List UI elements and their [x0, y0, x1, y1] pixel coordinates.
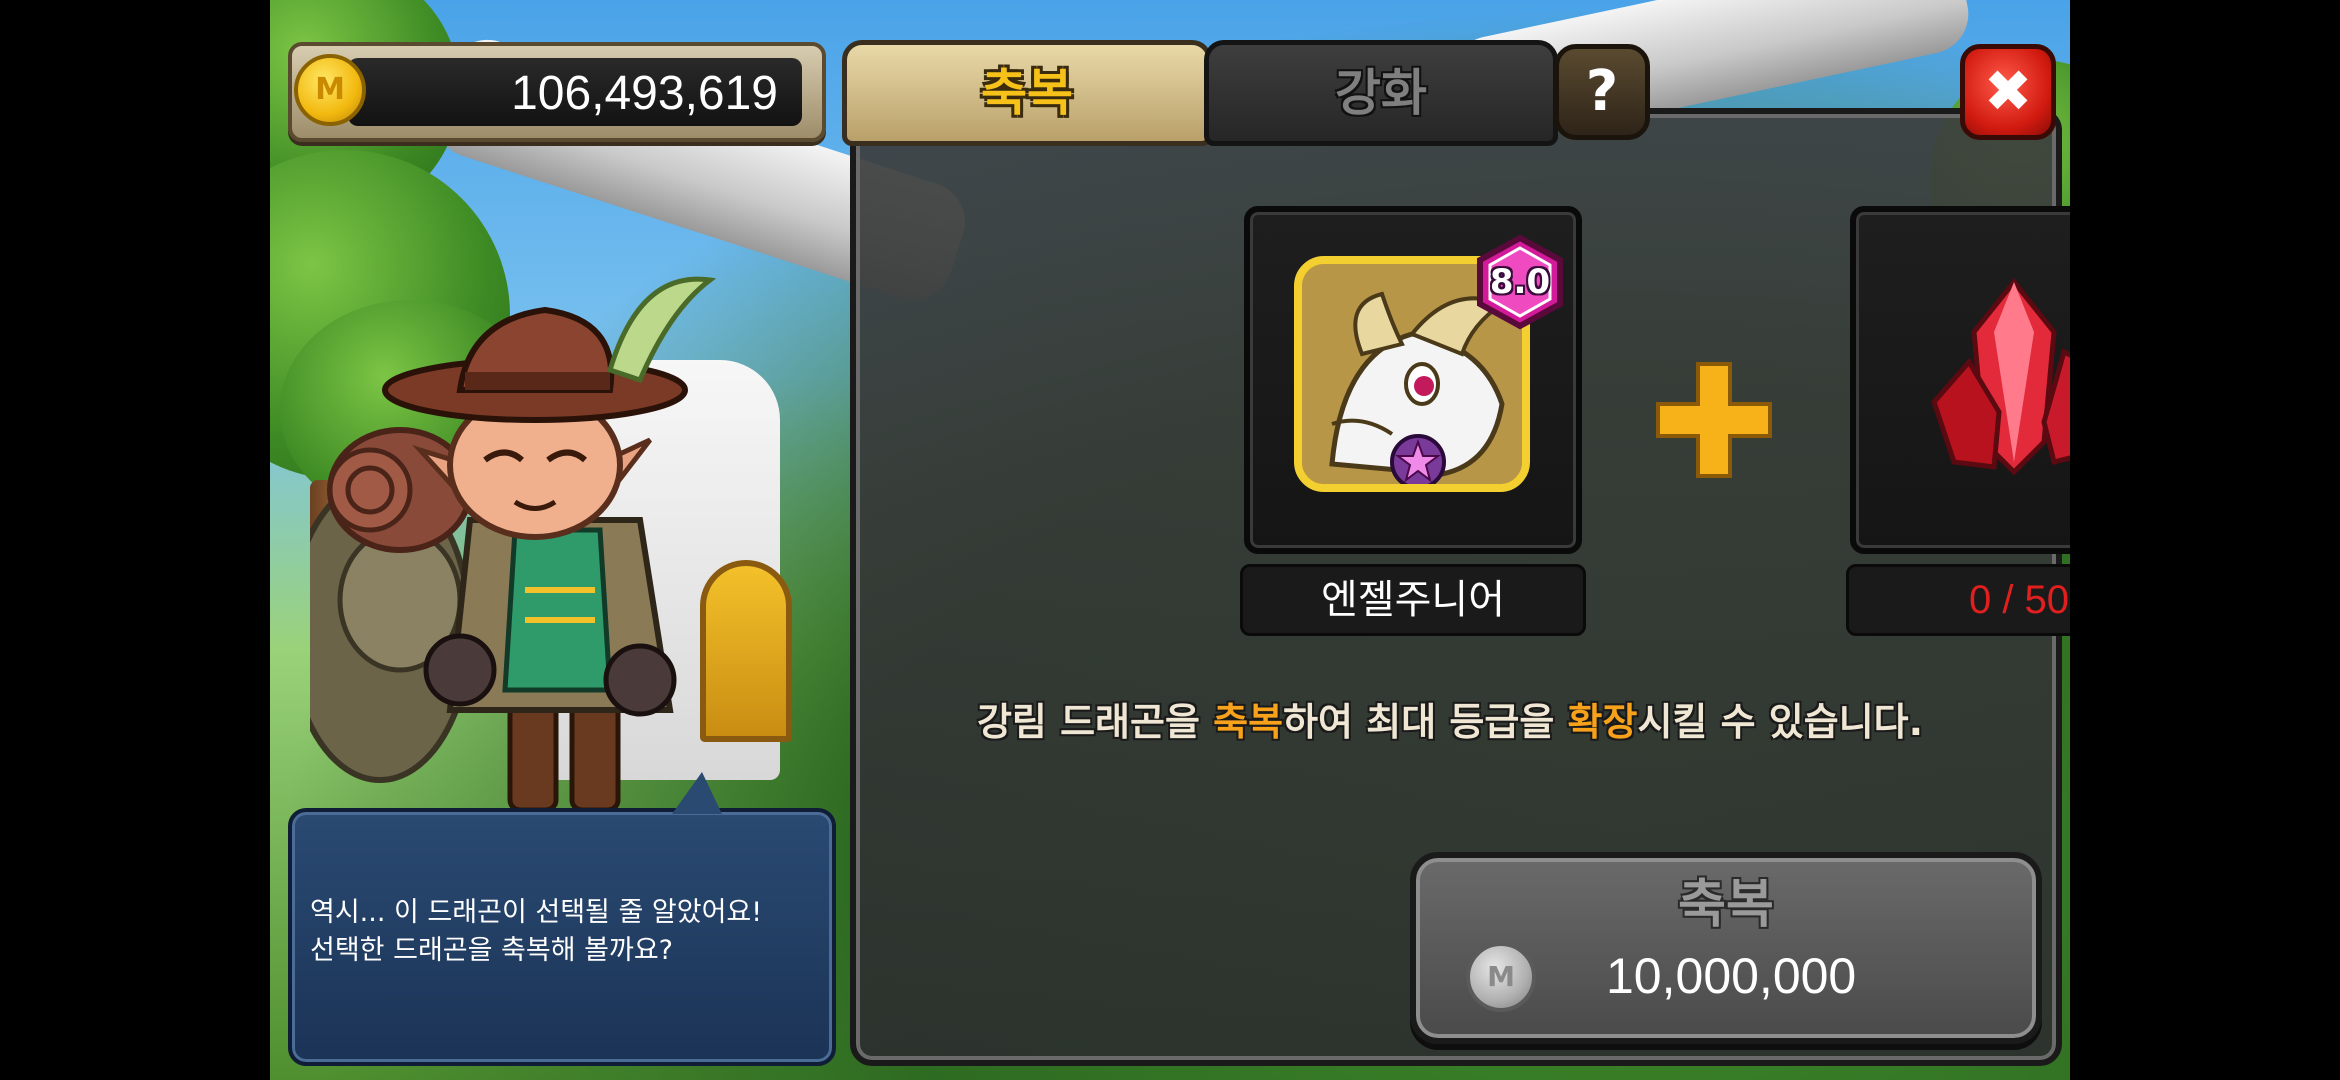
description-highlight-expand: 확장 — [1567, 700, 1638, 744]
gold-coin-icon: M — [294, 54, 366, 126]
tab-bless[interactable]: 축복 — [842, 40, 1212, 146]
help-button[interactable]: ? — [1554, 44, 1650, 140]
star-icon — [1390, 434, 1446, 484]
material-count-label: 0 / 50 — [1846, 564, 2070, 636]
close-icon: ✖ — [1983, 57, 2033, 125]
dialog-line-1: 역시... 이 드래곤이 선택될 줄 알았어요! — [310, 897, 763, 928]
description-part-2: 하여 최대 등급을 — [1283, 700, 1568, 744]
question-mark-icon: ? — [1585, 59, 1619, 124]
dialog-text: 역시... 이 드래곤이 선택될 줄 알았어요! 선택한 드래곤을 축복해 볼까… — [310, 894, 820, 970]
material-slot[interactable] — [1850, 206, 2070, 554]
grade-value: 8.0 — [1489, 262, 1551, 302]
adventurer-character — [310, 276, 717, 813]
description-part-3: 시킬 수 있습니다. — [1637, 700, 1924, 744]
bless-button[interactable]: 축복 M 10,000,000 — [1410, 852, 2042, 1044]
game-screen: M 106,493,619 역시... 이 드래곤이 선택될 줄 알았어요! 선… — [270, 0, 2070, 1080]
currency-bar: M 106,493,619 — [288, 42, 826, 142]
dragon-slot[interactable]: 8.0 — [1244, 206, 1582, 554]
red-crystal-icon — [1931, 277, 2070, 476]
bless-button-label: 축복 — [1678, 875, 1774, 935]
grade-badge: 8.0 — [1472, 234, 1568, 330]
dialog-line-2: 선택한 드래곤을 축복해 볼까요? — [310, 935, 673, 966]
dialog-tail — [672, 772, 722, 814]
bless-description: 강림 드래곤을 축복하여 최대 등급을 확장시킬 수 있습니다. — [870, 696, 2030, 748]
coin-letter: M — [1487, 960, 1515, 993]
plus-icon — [1656, 362, 1772, 478]
bless-cost: 10,000,000 — [1606, 948, 1857, 1004]
description-part-1: 강림 드래곤을 — [976, 700, 1214, 744]
close-button[interactable]: ✖ — [1960, 44, 2056, 140]
tab-enhance[interactable]: 강화 — [1204, 40, 1558, 146]
coin-letter: M — [315, 72, 345, 107]
description-highlight-bless: 축복 — [1213, 700, 1284, 744]
npc-dialog-box: 역시... 이 드래곤이 선택될 줄 알았어요! 선택한 드래곤을 축복해 볼까… — [288, 772, 836, 1066]
silver-coin-icon: M — [1466, 942, 1536, 1012]
dragon-name-label: 엔젤주니어 — [1240, 564, 1586, 636]
currency-amount: 106,493,619 — [511, 67, 778, 120]
